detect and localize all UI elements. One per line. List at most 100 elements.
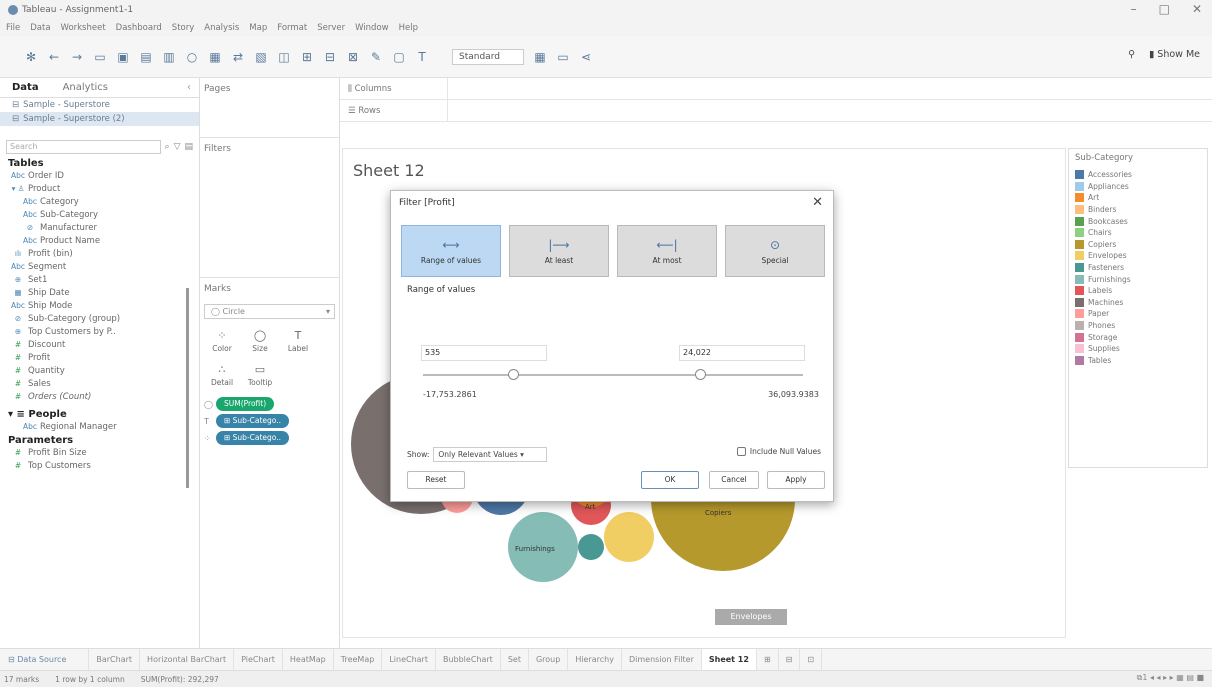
tab-at-most[interactable]: ⟵| At most xyxy=(617,225,717,277)
tooltip-button[interactable]: ▭ Tooltip xyxy=(242,359,278,391)
range-slider-track[interactable] xyxy=(423,374,803,376)
menu-server[interactable]: Server xyxy=(317,23,345,33)
menu-format[interactable]: Format xyxy=(277,23,307,33)
minimize-button[interactable]: – xyxy=(1131,2,1137,16)
label-icon[interactable]: ⊟ xyxy=(323,50,337,64)
legend-item[interactable]: Fasteners xyxy=(1075,262,1201,274)
sheet-tab[interactable]: PieChart xyxy=(234,648,283,671)
field-item[interactable]: Abc Ship Mode xyxy=(0,299,199,312)
field-item[interactable]: ▦ Ship Date xyxy=(0,286,199,299)
parameter-item[interactable]: # Top Customers xyxy=(0,459,199,472)
label-button[interactable]: T Label xyxy=(280,325,316,357)
columns-shelf[interactable]: ⫼ Columns xyxy=(340,78,1212,100)
menu-data[interactable]: Data xyxy=(30,23,50,33)
bubble-fasteners[interactable] xyxy=(578,534,604,560)
legend-item[interactable]: Chairs xyxy=(1075,227,1201,239)
show-values-select[interactable]: Only Relevant Values ▾ xyxy=(433,447,548,462)
legend-item[interactable]: Envelopes xyxy=(1075,250,1201,262)
detail-button[interactable]: ∴ Detail xyxy=(204,359,240,391)
field-item[interactable]: Abc Regional Manager xyxy=(0,420,199,433)
field-item[interactable]: Abc Sub-Category xyxy=(0,208,199,221)
data-source-icon[interactable]: ▭ xyxy=(93,50,107,64)
data-source-tab[interactable]: ⊟ Data Source xyxy=(0,648,90,671)
legend-item[interactable]: Paper xyxy=(1075,308,1201,320)
min-slider-handle[interactable] xyxy=(508,369,519,380)
tooltip-icon[interactable]: ▢ xyxy=(392,50,406,64)
filter-icon[interactable]: ▽ xyxy=(174,142,181,152)
view-options-icon[interactable]: ▤ xyxy=(184,142,193,152)
pen-icon[interactable]: ✎ xyxy=(369,50,383,64)
legend-item[interactable]: Appliances xyxy=(1075,181,1201,193)
pause-updates-icon[interactable]: ▦ xyxy=(208,50,222,64)
field-item[interactable]: ⊕ Set1 xyxy=(0,273,199,286)
new-story-tab-icon[interactable]: ⊡ xyxy=(800,648,823,671)
group-icon[interactable]: ⊞ xyxy=(300,50,314,64)
close-window-button[interactable]: ✕ xyxy=(1192,2,1202,16)
menu-help[interactable]: Help xyxy=(399,23,418,33)
include-null-checkbox[interactable] xyxy=(736,447,746,456)
menu-map[interactable]: Map xyxy=(249,23,267,33)
legend-item[interactable]: Art xyxy=(1075,192,1201,204)
sheet-navigation-controls[interactable]: ⧉1 ◂ ◂ ▸ ▸ ▦ ▤ ■ xyxy=(1137,673,1204,683)
legend-item[interactable]: Bookcases xyxy=(1075,215,1201,227)
field-item[interactable]: # Orders (Count) xyxy=(0,390,199,403)
swap-icon[interactable]: ⇄ xyxy=(231,50,245,64)
sheet-tab[interactable]: HeatMap xyxy=(283,648,334,671)
sheet-tab[interactable]: Set xyxy=(501,648,529,671)
fit-select[interactable]: Standard xyxy=(452,48,524,65)
tab-analytics[interactable]: Analytics xyxy=(51,82,120,93)
reset-button[interactable]: Reset xyxy=(407,471,465,489)
legend-item[interactable]: Tables xyxy=(1075,355,1201,367)
apply-button[interactable]: Apply xyxy=(767,471,825,489)
cancel-button[interactable]: Cancel xyxy=(709,471,759,489)
tab-special[interactable]: ⊙ Special xyxy=(725,225,825,277)
sort-icon[interactable]: ▧ xyxy=(254,50,268,64)
share-icon[interactable]: ⋖ xyxy=(579,50,593,64)
ok-button[interactable]: OK xyxy=(641,471,699,489)
datasource-item[interactable]: ⊟ Sample - Superstore xyxy=(0,98,199,112)
legend-item[interactable]: Copiers xyxy=(1075,239,1201,251)
pages-card[interactable]: Pages xyxy=(200,78,339,138)
sheet-tab[interactable]: BarChart xyxy=(89,648,141,671)
data-pane-scrollbar[interactable] xyxy=(186,288,189,488)
field-item[interactable]: Abc Order ID xyxy=(0,169,199,182)
sum-profit-pill[interactable]: SUM(Profit) xyxy=(216,397,275,411)
field-item[interactable]: ⊘ Manufacturer xyxy=(0,221,199,234)
legend-item[interactable]: Supplies xyxy=(1075,343,1201,355)
field-item[interactable]: # Quantity xyxy=(0,364,199,377)
field-item[interactable]: ▾ ♙ Product xyxy=(0,182,199,195)
tab-data[interactable]: Data xyxy=(0,82,51,93)
field-item[interactable]: ⊘ Sub-Category (group) xyxy=(0,312,199,325)
close-icon[interactable]: ✕ xyxy=(812,195,823,210)
sheet-tab[interactable]: Sheet 12 xyxy=(701,648,757,671)
mark-type-select[interactable]: ◯ Circle ▾ xyxy=(204,304,335,319)
menu-window[interactable]: Window xyxy=(355,23,389,33)
bubble-envelopes[interactable] xyxy=(604,512,654,562)
forward-arrow-icon[interactable]: → xyxy=(70,50,84,64)
comment-icon[interactable]: ▭ xyxy=(556,50,570,64)
sub-category-color-pill[interactable]: ⊞ Sub-Catego.. xyxy=(216,431,290,445)
field-item[interactable]: # Discount xyxy=(0,338,199,351)
pin-icon[interactable]: ⚲ xyxy=(1128,49,1135,60)
filters-card[interactable]: Filters xyxy=(200,138,339,278)
tab-range-of-values[interactable]: ⟷ Range of values xyxy=(401,225,501,277)
min-value-input[interactable]: 535 xyxy=(421,345,547,361)
sheet-tab[interactable]: Group xyxy=(529,648,569,671)
menu-file[interactable]: File xyxy=(6,23,20,33)
field-item[interactable]: Abc Product Name xyxy=(0,234,199,247)
tableau-logo-icon[interactable]: ✻ xyxy=(24,50,38,64)
people-heading[interactable]: ▾ ≡ People xyxy=(0,409,199,420)
duplicate-icon[interactable]: ▥ xyxy=(162,50,176,64)
show-me-button[interactable]: ▮ Show Me xyxy=(1149,49,1200,60)
save-icon[interactable]: ▣ xyxy=(116,50,130,64)
tab-at-least[interactable]: |⟶ At least xyxy=(509,225,609,277)
sheet-tab[interactable]: Horizontal BarChart xyxy=(140,648,235,671)
menu-dashboard[interactable]: Dashboard xyxy=(116,23,162,33)
sheet-tab[interactable]: BubbleChart xyxy=(436,648,501,671)
field-item[interactable]: Abc Segment xyxy=(0,260,199,273)
sheet-tab[interactable]: LineChart xyxy=(382,648,436,671)
maximize-button[interactable]: □ xyxy=(1159,2,1170,16)
field-item[interactable]: # Profit xyxy=(0,351,199,364)
menu-analysis[interactable]: Analysis xyxy=(204,23,239,33)
legend-item[interactable]: Storage xyxy=(1075,331,1201,343)
